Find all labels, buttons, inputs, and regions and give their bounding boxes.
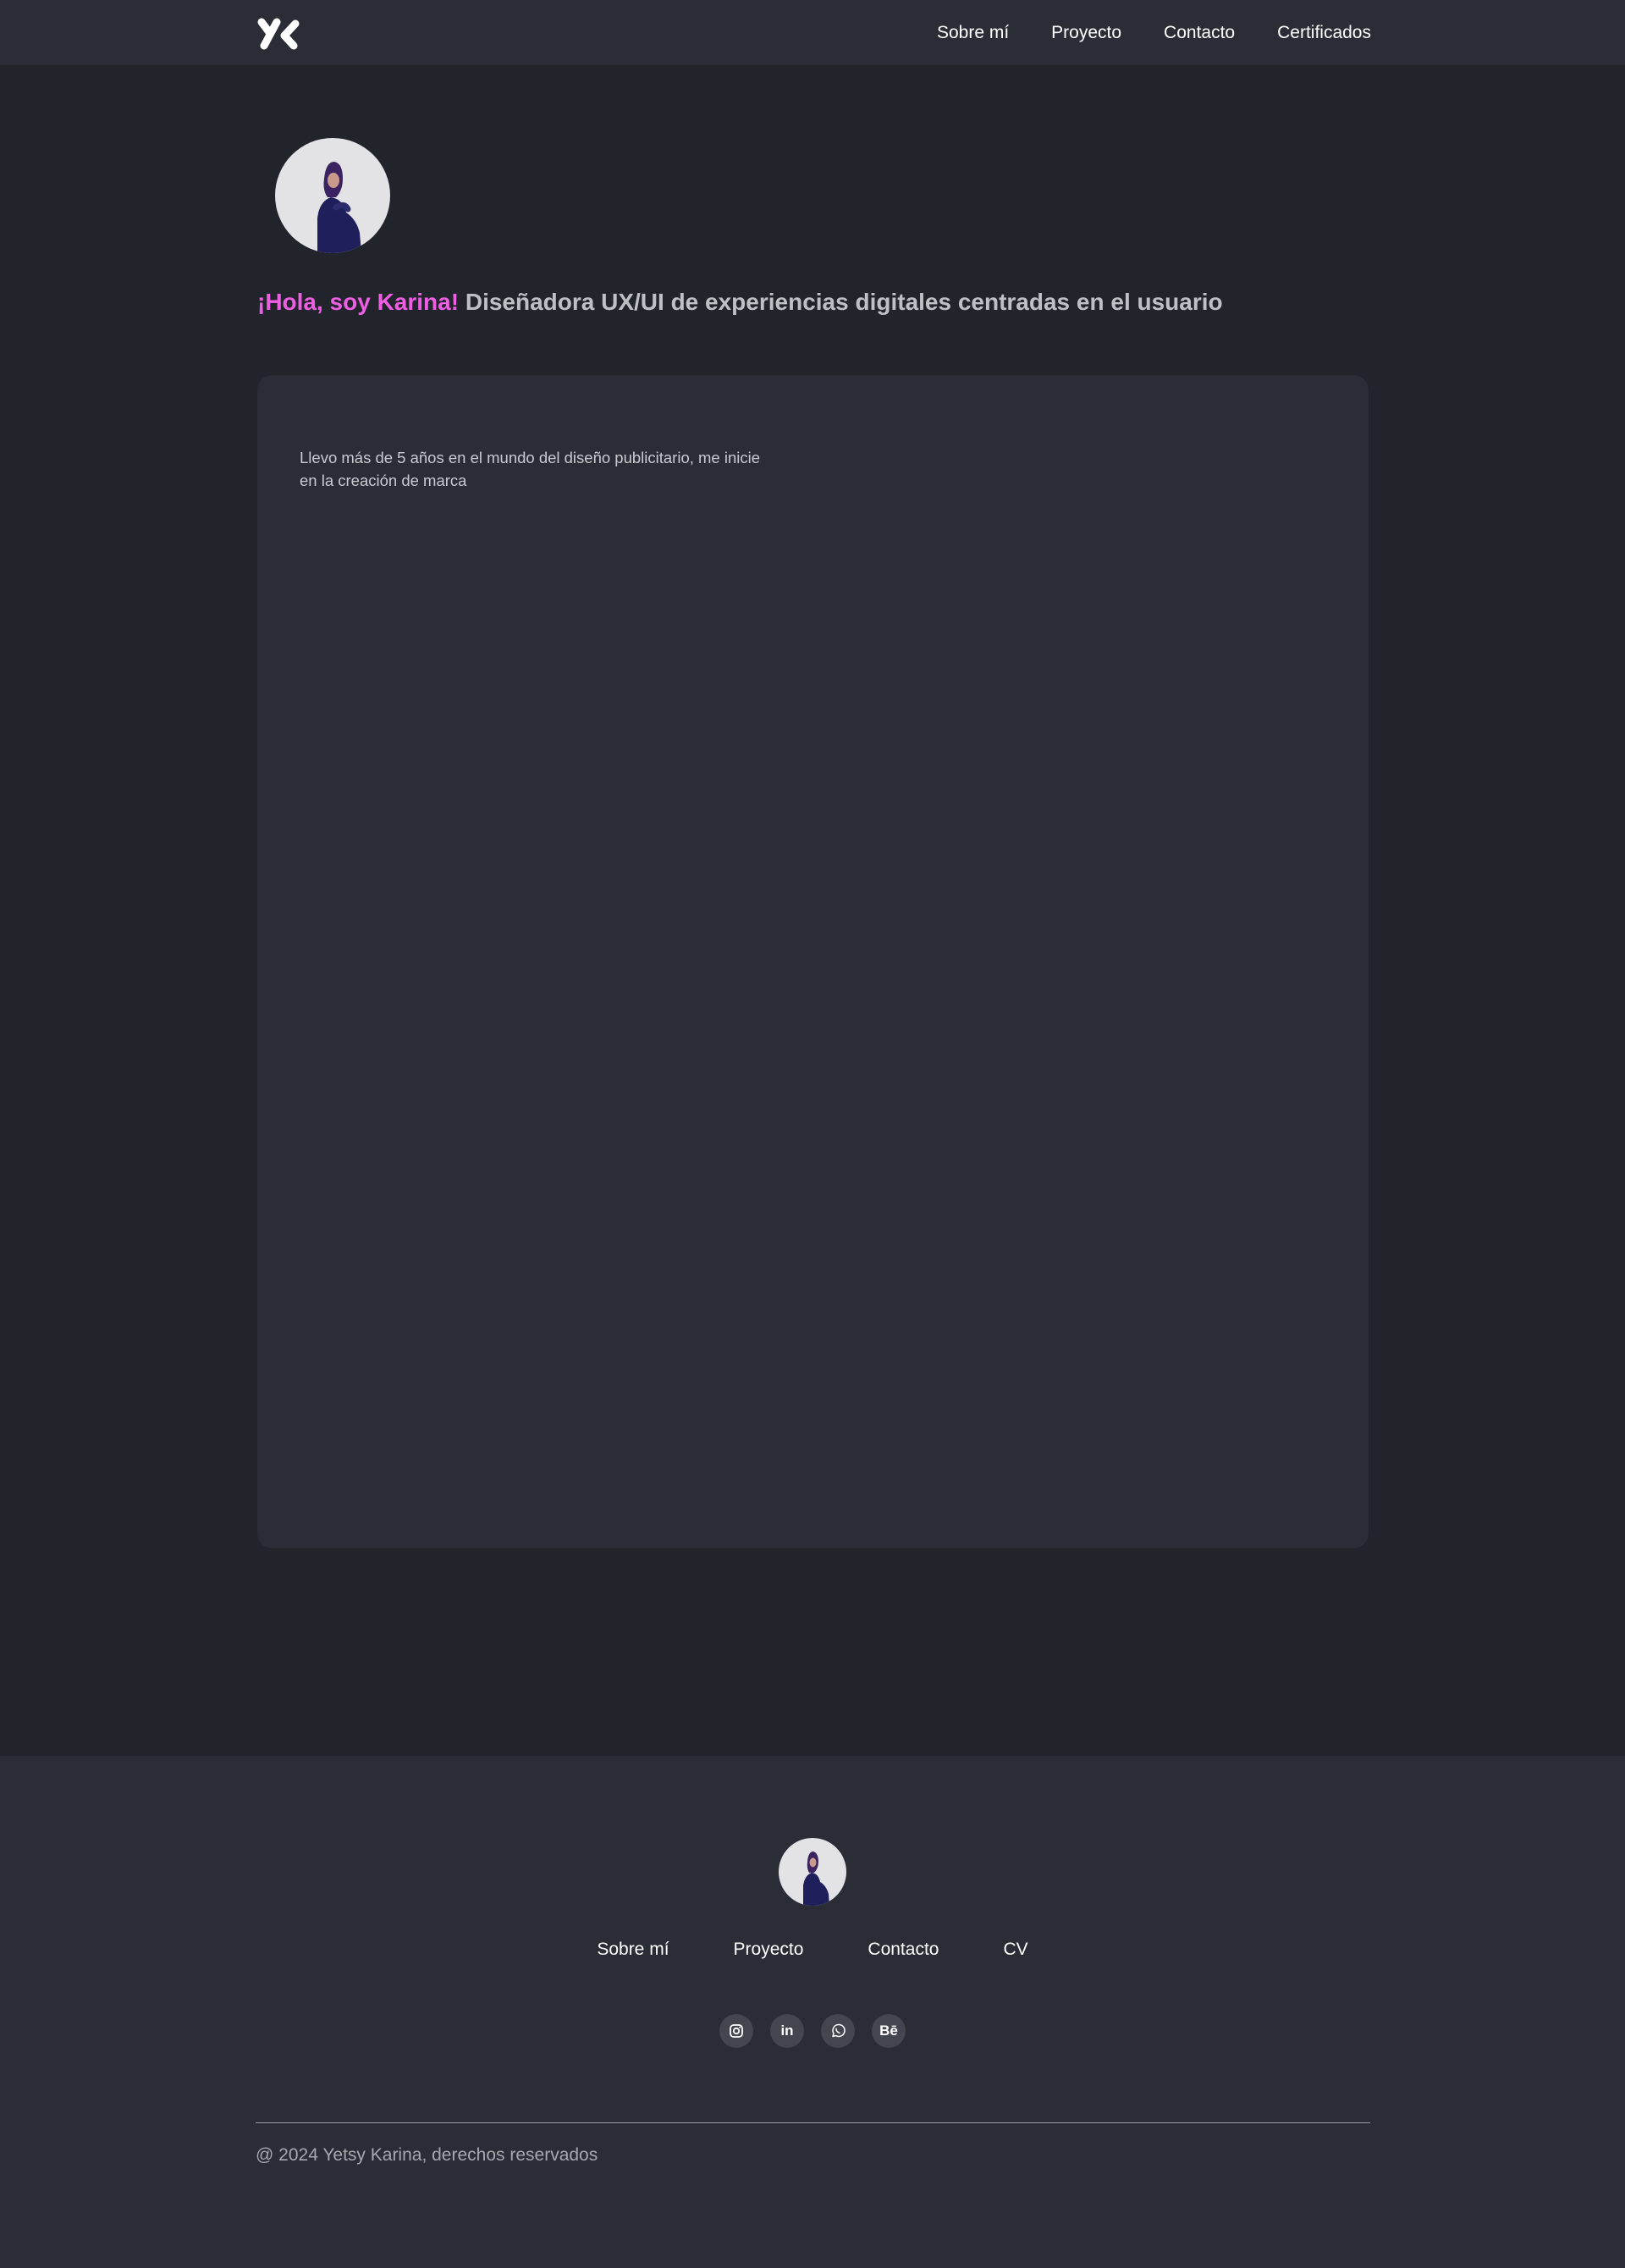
behance-button[interactable]: Bē [872, 2014, 906, 2048]
linkedin-icon: in [780, 2022, 794, 2039]
copyright-text: @ 2024 Yetsy Karina, derechos reservados [256, 2145, 598, 2165]
instagram-button[interactable] [719, 2014, 753, 2048]
hero-greeting: ¡Hola, soy Karina! [257, 289, 460, 315]
about-intro-text: Llevo más de 5 años en el mundo del dise… [300, 449, 761, 489]
nav-link-certificados[interactable]: Certificados [1277, 23, 1371, 43]
behance-icon: Bē [879, 2022, 898, 2039]
footer-link-cv[interactable]: CV [1003, 1940, 1027, 1960]
nav-link-proyecto[interactable]: Proyecto [1051, 23, 1121, 43]
site-footer: Sobre mí Proyecto Contacto CV in Bē @ 20… [0, 1756, 1625, 2268]
hero-tagline: Diseñadora UX/UI de experiencias digital… [465, 289, 1223, 315]
footer-divider [256, 2122, 1370, 2123]
about-card: Llevo más de 5 años en el mundo del dise… [257, 375, 1369, 1548]
top-navbar: Sobre mí Proyecto Contacto Certificados [0, 0, 1625, 65]
yk-logo-icon[interactable] [256, 17, 300, 51]
nav-link-contacto[interactable]: Contacto [1164, 23, 1235, 43]
instagram-icon [730, 2024, 743, 2038]
main-nav: Sobre mí Proyecto Contacto Certificados [895, 0, 1371, 65]
footer-avatar [779, 1838, 846, 1906]
footer-nav: Sobre mí Proyecto Contacto CV [0, 1940, 1625, 1960]
profile-avatar [275, 138, 390, 253]
person-portrait-icon [803, 1851, 829, 1906]
linkedin-button[interactable]: in [770, 2014, 804, 2048]
footer-link-contacto[interactable]: Contacto [868, 1940, 939, 1960]
person-portrait-icon [317, 162, 361, 253]
footer-link-sobre-mi[interactable]: Sobre mí [597, 1940, 669, 1960]
nav-link-sobre-mi[interactable]: Sobre mí [937, 23, 1009, 43]
social-links: in Bē [719, 2014, 906, 2048]
whatsapp-icon [832, 2023, 846, 2038]
whatsapp-button[interactable] [821, 2014, 855, 2048]
portfolio-page: Sobre mí Proyecto Contacto Certificados … [0, 0, 1625, 2268]
hero-headline: ¡Hola, soy Karina! Diseñadora UX/UI de e… [257, 289, 1223, 316]
footer-link-proyecto[interactable]: Proyecto [734, 1940, 804, 1960]
